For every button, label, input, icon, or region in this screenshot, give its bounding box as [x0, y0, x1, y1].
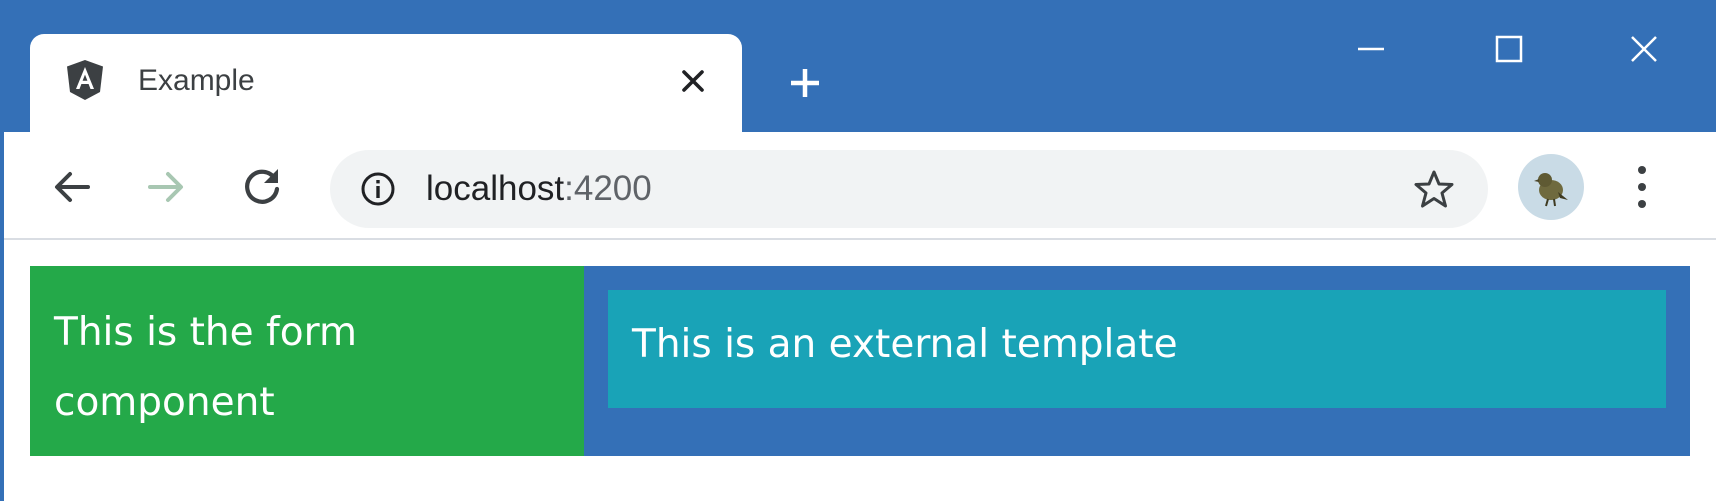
browser-toolbar: localhost:4200 [4, 132, 1716, 240]
angular-logo-icon [67, 60, 103, 100]
form-component-panel: This is the form component [30, 266, 584, 456]
close-window-icon[interactable] [1627, 32, 1661, 66]
profile-avatar[interactable] [1518, 154, 1584, 220]
external-template-panel: This is an external template [608, 290, 1666, 408]
new-tab-icon[interactable] [788, 66, 822, 100]
component-row: This is the form component This is an ex… [30, 266, 1690, 456]
external-template-container: This is an external template [584, 266, 1690, 456]
form-component-text: This is the form component [54, 310, 357, 425]
arrow-right-icon[interactable] [144, 165, 188, 209]
reload-icon[interactable] [240, 165, 284, 209]
page-content: This is the form component This is an ex… [4, 240, 1716, 501]
star-icon[interactable] [1414, 169, 1454, 209]
browser-tab[interactable]: Example [30, 34, 742, 138]
close-tab-icon[interactable] [680, 68, 706, 94]
external-template-text: This is an external template [632, 322, 1178, 367]
tab-title: Example [138, 64, 255, 97]
url-host: localhost [426, 169, 565, 208]
url-text[interactable]: localhost:4200 [426, 169, 652, 209]
arrow-left-icon[interactable] [50, 165, 94, 209]
info-icon[interactable] [360, 171, 396, 207]
maximize-icon[interactable] [1492, 32, 1526, 66]
url-port: :4200 [564, 169, 652, 208]
address-bar[interactable]: localhost:4200 [330, 150, 1488, 228]
browser-window: Example localhost:4200 This is the form … [0, 0, 1716, 501]
more-vert-icon[interactable] [1636, 164, 1648, 210]
bird-icon [1534, 173, 1568, 207]
minimize-icon[interactable] [1354, 32, 1388, 66]
